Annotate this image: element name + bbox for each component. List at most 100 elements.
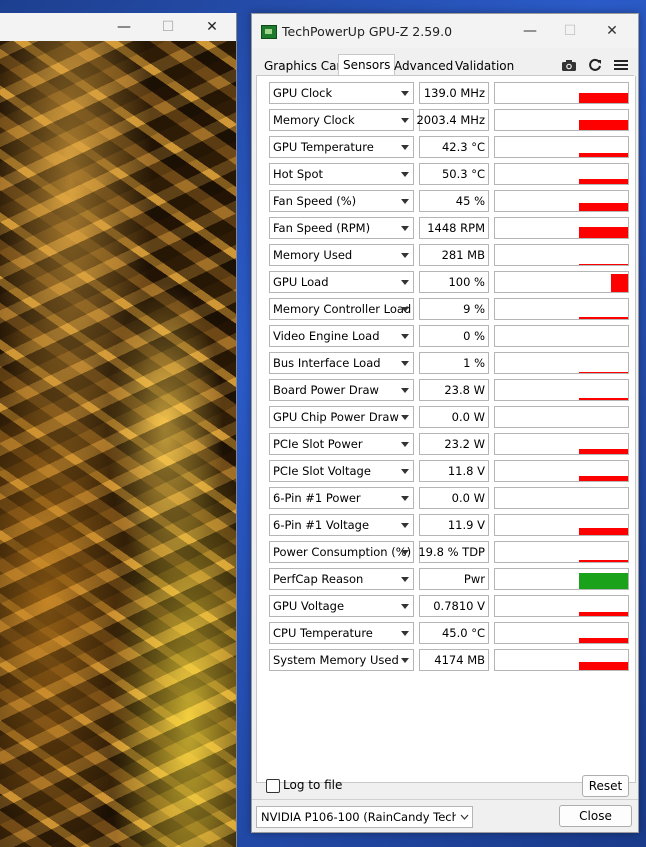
sensor-graph-bar [579, 573, 628, 589]
sensor-name: Memory Clock [273, 113, 355, 127]
sensor-value-box: 23.8 W [419, 379, 489, 401]
camera-icon[interactable] [560, 56, 578, 74]
sensor-name-dropdown[interactable]: Video Engine Load [269, 325, 414, 347]
dropdown-arrow-icon [401, 577, 409, 582]
sensor-value: 2003.4 MHz [416, 113, 485, 127]
dropdown-arrow-icon [401, 334, 409, 339]
sensor-graph-bar [579, 264, 628, 265]
sensor-value-box: 50.3 °C [419, 163, 489, 185]
tab-sensors[interactable]: Sensors [338, 54, 396, 77]
sensor-graph [494, 136, 629, 158]
sensor-value-box: 100 % [419, 271, 489, 293]
sensor-value-box: 45.0 °C [419, 622, 489, 644]
maximize-icon[interactable]: ☐ [148, 15, 188, 39]
sensor-value: 281 MB [441, 248, 485, 262]
sensor-value: 19.8 % TDP [418, 545, 485, 559]
log-to-file-label[interactable]: Log to file [283, 778, 342, 792]
sensor-graph [494, 622, 629, 644]
sensor-name-dropdown[interactable]: Hot Spot [269, 163, 414, 185]
gpu-icon [261, 25, 277, 39]
sensor-name-dropdown[interactable]: Fan Speed (%) [269, 190, 414, 212]
sensor-graph-bar [579, 227, 628, 238]
sensor-row: GPU Temperature 42.3 °C [263, 136, 629, 158]
close-icon[interactable]: ✕ [192, 15, 232, 39]
wallpaper-art [0, 13, 236, 847]
sensor-name-dropdown[interactable]: 6-Pin #1 Voltage [269, 514, 414, 536]
sensor-name-dropdown[interactable]: GPU Chip Power Draw [269, 406, 414, 428]
dropdown-arrow-icon [401, 415, 409, 420]
sensor-name-dropdown[interactable]: PCIe Slot Voltage [269, 460, 414, 482]
sensor-name: GPU Clock [273, 86, 333, 100]
dropdown-arrow-icon [401, 604, 409, 609]
sensor-name-dropdown[interactable]: System Memory Used [269, 649, 414, 671]
sensor-name-dropdown[interactable]: GPU Load [269, 271, 414, 293]
sensor-graph [494, 190, 629, 212]
sensor-name-dropdown[interactable]: GPU Voltage [269, 595, 414, 617]
sensor-value-box: Pwr [419, 568, 489, 590]
sensor-name: GPU Load [273, 275, 329, 289]
sensor-name: GPU Chip Power Draw [273, 410, 399, 424]
dropdown-arrow-icon [401, 253, 409, 258]
maximize-icon[interactable]: ☐ [550, 18, 590, 44]
sensor-name-dropdown[interactable]: PCIe Slot Power [269, 433, 414, 455]
sensor-name: GPU Temperature [273, 140, 374, 154]
sensor-name-dropdown[interactable]: Memory Controller Load [269, 298, 414, 320]
sensor-row: Memory Clock 2003.4 MHz [263, 109, 629, 131]
sensor-name-dropdown[interactable]: Memory Clock [269, 109, 414, 131]
minimize-icon[interactable]: — [104, 15, 144, 39]
sensor-row: 6-Pin #1 Power 0.0 W [263, 487, 629, 509]
sensor-name: Fan Speed (RPM) [273, 221, 371, 235]
dropdown-arrow-icon [401, 118, 409, 123]
sensor-graph [494, 649, 629, 671]
gpu-select[interactable]: NVIDIA P106-100 (RainCandy Technology) [256, 806, 473, 828]
close-button[interactable]: Close [559, 805, 632, 827]
sensor-row: Hot Spot 50.3 °C [263, 163, 629, 185]
minimize-icon[interactable]: — [510, 18, 550, 44]
sensor-name-dropdown[interactable]: Bus Interface Load [269, 352, 414, 374]
tab-advanced[interactable]: Advanced [390, 56, 457, 76]
reset-button[interactable]: Reset [582, 775, 629, 797]
sensor-graph-bar [579, 612, 628, 616]
sensor-graph-bar [579, 476, 628, 481]
sensors-panel: GPU Clock 139.0 MHz Memory Clock 2003.4 MHz… [256, 76, 636, 783]
sensor-row: Video Engine Load 0 % [263, 325, 629, 347]
sensor-value-box: 23.2 W [419, 433, 489, 455]
close-icon[interactable]: ✕ [592, 18, 632, 44]
sensor-name-dropdown[interactable]: Fan Speed (RPM) [269, 217, 414, 239]
sensor-name: PCIe Slot Power [273, 437, 363, 451]
log-to-file-checkbox[interactable] [266, 779, 280, 793]
dropdown-arrow-icon [401, 226, 409, 231]
footer-divider [252, 799, 638, 800]
sensor-graph [494, 352, 629, 374]
sensor-graph-bar [579, 398, 628, 400]
sensor-row: GPU Clock 139.0 MHz [263, 82, 629, 104]
dropdown-arrow-icon [401, 388, 409, 393]
sensor-graph [494, 568, 629, 590]
sensor-value-box: 0 % [419, 325, 489, 347]
refresh-icon[interactable] [586, 56, 604, 74]
sensor-name-dropdown[interactable]: GPU Temperature [269, 136, 414, 158]
sensor-row: Power Consumption (%) 19.8 % TDP [263, 541, 629, 563]
sensor-name: Memory Controller Load [273, 302, 412, 316]
sensor-value-box: 2003.4 MHz [416, 109, 489, 131]
sensor-name-dropdown[interactable]: 6-Pin #1 Power [269, 487, 414, 509]
sensor-graph [494, 271, 629, 293]
menu-icon[interactable] [612, 56, 630, 74]
sensor-name: GPU Voltage [273, 599, 345, 613]
sensor-name-dropdown[interactable]: PerfCap Reason [269, 568, 414, 590]
sensor-value-box: 11.9 V [419, 514, 489, 536]
dropdown-arrow-icon [401, 307, 409, 312]
sensor-row: GPU Voltage 0.7810 V [263, 595, 629, 617]
sensor-name-dropdown[interactable]: GPU Clock [269, 82, 414, 104]
sensor-graph [494, 298, 629, 320]
sensor-value-box: 139.0 MHz [419, 82, 489, 104]
tab-validation[interactable]: Validation [451, 56, 518, 76]
gpu-select-value: NVIDIA P106-100 (RainCandy Technology) [261, 810, 472, 824]
sensor-graph [494, 487, 629, 509]
sensor-name-dropdown[interactable]: Board Power Draw [269, 379, 414, 401]
sensor-name-dropdown[interactable]: Power Consumption (%) [269, 541, 414, 563]
sensor-name-dropdown[interactable]: CPU Temperature [269, 622, 414, 644]
sensor-name: 6-Pin #1 Voltage [273, 518, 370, 532]
sensor-name-dropdown[interactable]: Memory Used [269, 244, 414, 266]
sensor-graph-bar [579, 662, 628, 670]
